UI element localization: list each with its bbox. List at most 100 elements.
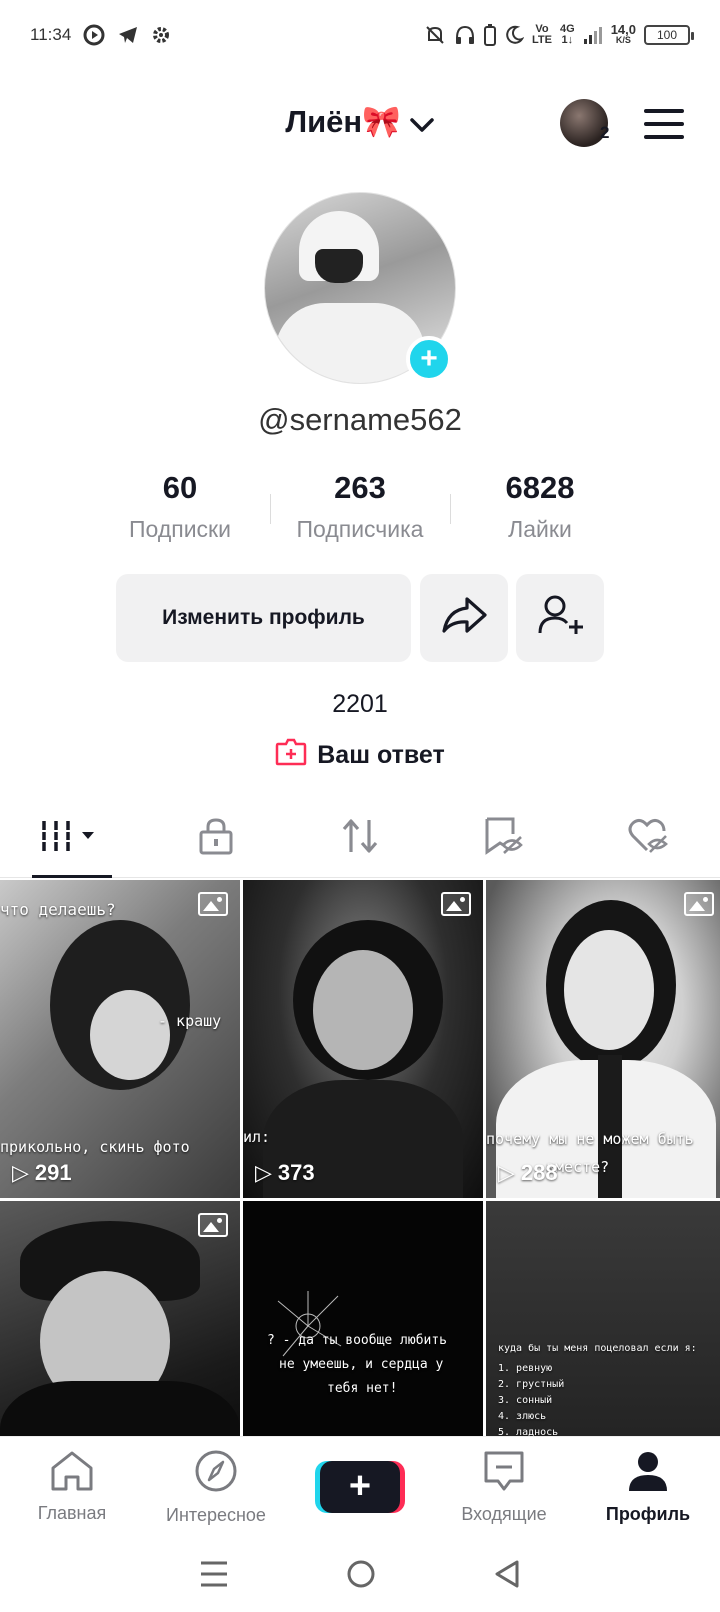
display-name: Лиён🎀 bbox=[285, 104, 401, 139]
tab-private[interactable] bbox=[144, 800, 288, 877]
hidden-heart-icon bbox=[627, 816, 669, 861]
post-tile[interactable]: ? - да ты вообще любить не умеешь, и сер… bbox=[243, 1201, 483, 1436]
inbox-message-icon bbox=[482, 1449, 526, 1498]
net-speed-indicator: 14,0 K/S bbox=[610, 22, 636, 45]
tab-videos[interactable] bbox=[0, 800, 144, 878]
post-views: ▷ 373 bbox=[255, 1160, 315, 1185]
your-answer-label: Ваш ответ bbox=[317, 741, 445, 769]
post-caption: 2. грустный bbox=[498, 1379, 565, 1390]
post-caption: что делаешь? bbox=[0, 900, 116, 919]
account-count-badge: 2 bbox=[600, 123, 610, 142]
recent-apps-icon[interactable] bbox=[199, 1560, 229, 1593]
profile-person-icon bbox=[626, 1449, 670, 1498]
nav-create[interactable]: + bbox=[288, 1437, 432, 1536]
media-play-icon bbox=[83, 24, 105, 46]
stat-followers[interactable]: 263 Подписчика bbox=[270, 470, 450, 550]
post-caption: 3. сонный bbox=[498, 1395, 553, 1406]
play-icon: ▷ bbox=[12, 1160, 29, 1185]
stat-label: Подписки bbox=[129, 516, 231, 542]
content-tabs bbox=[0, 800, 720, 878]
battery-indicator: 100 bbox=[644, 25, 694, 45]
status-time: 11:34 bbox=[30, 25, 72, 44]
home-icon bbox=[49, 1450, 95, 1497]
dnd-moon-icon bbox=[504, 25, 525, 45]
chevron-down-icon bbox=[409, 106, 435, 142]
hidden-bookmark-icon bbox=[483, 816, 525, 861]
lock-icon bbox=[198, 817, 234, 860]
nav-discover[interactable]: Интересное bbox=[144, 1437, 288, 1536]
post-views: ▷ 288 bbox=[498, 1160, 558, 1185]
post-caption: не умеешь, и сердца у bbox=[279, 1357, 444, 1372]
post-tile[interactable]: почему мы не можем быть вместе? ▷ 288 bbox=[486, 880, 720, 1198]
network-type-indicator: 4G 1↓ bbox=[560, 23, 575, 46]
add-avatar-plus-icon[interactable]: + bbox=[406, 336, 452, 382]
create-plus-icon[interactable]: + bbox=[320, 1460, 400, 1513]
tab-reposts[interactable] bbox=[288, 800, 432, 877]
nav-profile[interactable]: Профиль bbox=[576, 1437, 720, 1536]
home-circle-icon[interactable] bbox=[346, 1559, 376, 1594]
user-handle: @sername562 bbox=[258, 402, 462, 437]
hamburger-menu-icon[interactable] bbox=[644, 109, 684, 139]
post-caption: - крашу bbox=[158, 1012, 222, 1030]
stat-following[interactable]: 60 Подписки bbox=[90, 470, 270, 550]
post-caption: 1. ревную bbox=[498, 1363, 553, 1374]
posts-grid: что делаешь? - крашу прикольно, скинь фо… bbox=[0, 880, 720, 1436]
post-caption: прикольно, скинь фото bbox=[0, 1138, 190, 1156]
broken-glass-icon bbox=[277, 1291, 342, 1357]
edit-profile-button[interactable]: Изменить профиль bbox=[116, 574, 411, 662]
status-bar: 11:34 Vo LTE 4G 1↓ 14,0 K/S 100 bbox=[0, 0, 720, 70]
profile-stats: 60 Подписки 263 Подписчика 6828 Лайки bbox=[90, 470, 630, 550]
photo-post-icon bbox=[198, 1213, 228, 1237]
nav-home[interactable]: Главная bbox=[0, 1437, 144, 1536]
stat-label: Лайки bbox=[508, 516, 572, 542]
post-caption: ил: bbox=[243, 1128, 271, 1146]
settings-gear-icon bbox=[151, 25, 171, 45]
photo-post-icon bbox=[684, 892, 714, 916]
photo-post-icon bbox=[198, 892, 228, 916]
post-tile[interactable] bbox=[0, 1201, 240, 1436]
grid-columns-icon bbox=[40, 819, 104, 858]
post-tile[interactable]: ил: ▷ 373 bbox=[243, 880, 483, 1198]
nav-home-label: Главная bbox=[37, 1502, 107, 1523]
nav-profile-label: Профиль bbox=[605, 1503, 691, 1524]
system-navigation-bar bbox=[0, 1540, 720, 1612]
add-person-icon bbox=[536, 593, 584, 643]
add-video-answer-icon bbox=[275, 738, 307, 773]
post-caption: куда бы ты меня поцеловал если я: bbox=[498, 1343, 697, 1354]
post-caption: 5. ладнось bbox=[498, 1427, 559, 1436]
add-friend-button[interactable] bbox=[516, 574, 604, 662]
nav-inbox[interactable]: Входящие bbox=[432, 1437, 576, 1536]
post-tile[interactable]: куда бы ты меня поцеловал если я: 1. рев… bbox=[486, 1201, 720, 1436]
battery-saver-icon bbox=[484, 24, 497, 46]
share-profile-button[interactable] bbox=[420, 574, 508, 662]
post-caption: ? - да ты вообще любить bbox=[267, 1333, 448, 1348]
tab-liked[interactable] bbox=[576, 800, 720, 877]
post-views: ▷ 291 bbox=[12, 1160, 72, 1185]
share-arrow-icon bbox=[440, 595, 488, 641]
photo-post-icon bbox=[441, 892, 471, 916]
post-tile[interactable]: что делаешь? - крашу прикольно, скинь фо… bbox=[0, 880, 240, 1198]
mute-bell-icon bbox=[424, 24, 446, 46]
play-icon: ▷ bbox=[498, 1160, 515, 1185]
nav-inbox-label: Входящие bbox=[461, 1503, 547, 1524]
your-answer-link[interactable]: Ваш ответ bbox=[0, 738, 720, 773]
stat-value: 60 bbox=[162, 470, 198, 505]
stat-value: 6828 bbox=[505, 470, 575, 505]
profile-header: Лиён🎀 2 bbox=[0, 85, 720, 165]
telegram-icon bbox=[117, 25, 139, 45]
compass-icon bbox=[193, 1448, 239, 1499]
stat-value: 263 bbox=[334, 470, 386, 505]
stat-likes[interactable]: 6828 Лайки bbox=[450, 470, 630, 550]
profile-avatar[interactable]: + bbox=[264, 192, 456, 384]
tab-favorites[interactable] bbox=[432, 800, 576, 877]
post-caption: 4. злюсь bbox=[498, 1411, 547, 1422]
bottom-navigation: Главная Интересное + Входящие Профиль bbox=[0, 1436, 720, 1536]
nav-discover-label: Интересное bbox=[166, 1504, 266, 1525]
headphones-icon bbox=[454, 24, 476, 46]
play-icon: ▷ bbox=[255, 1160, 272, 1185]
back-triangle-icon[interactable] bbox=[493, 1559, 521, 1594]
post-caption: почему мы не можем быть bbox=[486, 1130, 694, 1148]
volte-indicator: Vo LTE bbox=[532, 23, 552, 46]
post-caption: тебя нет! bbox=[327, 1381, 398, 1396]
account-switcher[interactable]: Лиён🎀 bbox=[0, 103, 720, 142]
